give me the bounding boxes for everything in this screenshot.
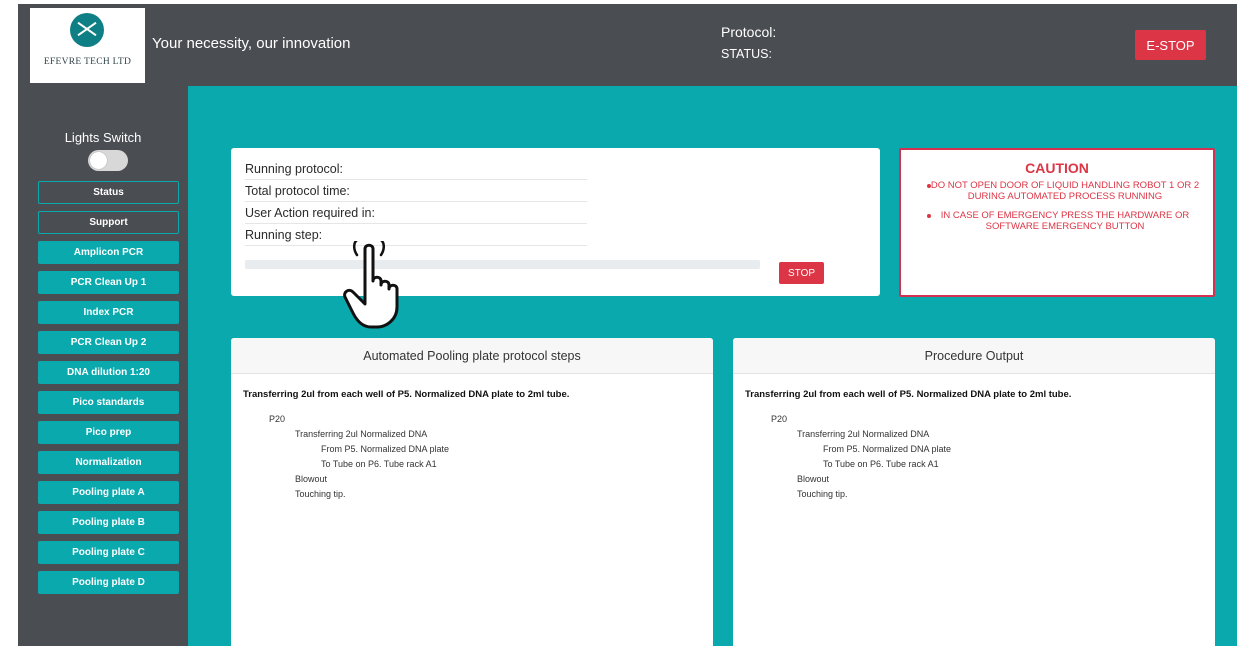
sidebar: Lights Switch Status Support Amplicon PC…	[18, 86, 188, 646]
step-line: From P5. Normalized DNA plate	[321, 444, 450, 454]
logo-icon	[70, 13, 104, 47]
caution-item-emergency: IN CASE OF EMERGENCY PRESS THE HARDWARE …	[940, 210, 1190, 232]
sidebar-item-pooling-plate-a[interactable]: Pooling plate A	[38, 481, 179, 504]
sidebar-item-pico-prep[interactable]: Pico prep	[38, 421, 179, 444]
e-stop-button[interactable]: E-STOP	[1135, 30, 1206, 60]
toggle-knob	[90, 152, 107, 169]
company-logo: EFEVRE TECH LTD	[30, 8, 145, 83]
logo-text: EFEVRE TECH LTD	[43, 57, 132, 67]
output-line: Touching tip.	[797, 489, 848, 499]
sidebar-item-pooling-plate-c[interactable]: Pooling plate C	[38, 541, 179, 564]
app-window: EFEVRE TECH LTD Your necessity, our inno…	[18, 4, 1237, 646]
protocol-steps-title: Automated Pooling plate protocol steps	[231, 338, 713, 374]
procedure-output-panel: Procedure Output Transferring 2ul from e…	[733, 338, 1215, 646]
sidebar-item-support[interactable]: Support	[38, 211, 179, 234]
step-line: To Tube on P6. Tube rack A1	[321, 459, 437, 469]
lights-switch-toggle[interactable]	[88, 150, 128, 171]
hand-pointer-icon	[343, 241, 399, 329]
running-protocol-label: Running protocol:	[245, 158, 587, 180]
sidebar-item-dna-dilution[interactable]: DNA dilution 1:20	[38, 361, 179, 384]
user-action-label: User Action required in:	[245, 202, 587, 224]
sidebar-item-pooling-plate-d[interactable]: Pooling plate D	[38, 571, 179, 594]
step-line: P20	[269, 414, 286, 424]
sidebar-item-pooling-plate-b[interactable]: Pooling plate B	[38, 511, 179, 534]
sidebar-item-pcr-clean-up-2[interactable]: PCR Clean Up 2	[38, 331, 179, 354]
sidebar-item-amplicon-pcr[interactable]: Amplicon PCR	[38, 241, 179, 264]
output-line: Blowout	[797, 474, 830, 484]
step-line: Touching tip.	[295, 489, 346, 499]
caution-box: CAUTION DO NOT OPEN DOOR OF LIQUID HANDL…	[899, 148, 1215, 297]
sidebar-item-index-pcr[interactable]: Index PCR	[38, 301, 179, 324]
sidebar-item-normalization[interactable]: Normalization	[38, 451, 179, 474]
header-bar: EFEVRE TECH LTD Your necessity, our inno…	[18, 4, 1237, 86]
protocol-steps-panel: Automated Pooling plate protocol steps T…	[231, 338, 713, 646]
sidebar-item-pico-standards[interactable]: Pico standards	[38, 391, 179, 414]
running-protocol-card: Running protocol: Total protocol time: U…	[231, 148, 880, 296]
stop-button[interactable]: STOP	[779, 262, 824, 284]
status-label: STATUS:	[721, 47, 772, 61]
tagline: Your necessity, our innovation	[152, 35, 351, 52]
sidebar-item-status[interactable]: Status	[38, 181, 179, 204]
progress-bar	[245, 260, 760, 269]
sidebar-item-pcr-clean-up-1[interactable]: PCR Clean Up 1	[38, 271, 179, 294]
output-line: Transferring 2ul Normalized DNA	[797, 429, 930, 439]
output-line: From P5. Normalized DNA plate	[823, 444, 952, 454]
procedure-output-title: Procedure Output	[733, 338, 1215, 374]
lights-switch-label: Lights Switch	[64, 130, 142, 145]
protocol-label: Protocol:	[721, 24, 777, 40]
step-line: Transferring 2ul Normalized DNA	[295, 429, 428, 439]
total-protocol-time-label: Total protocol time:	[245, 180, 587, 202]
output-line: To Tube on P6. Tube rack A1	[823, 459, 939, 469]
output-heading: Transferring 2ul from each well of P5. N…	[745, 389, 1072, 400]
caution-title: CAUTION	[1025, 160, 1089, 176]
step-line: Blowout	[295, 474, 328, 484]
caution-item-door: DO NOT OPEN DOOR OF LIQUID HANDLING ROBO…	[930, 180, 1200, 202]
step-heading: Transferring 2ul from each well of P5. N…	[243, 389, 570, 400]
output-line: P20	[771, 414, 788, 424]
